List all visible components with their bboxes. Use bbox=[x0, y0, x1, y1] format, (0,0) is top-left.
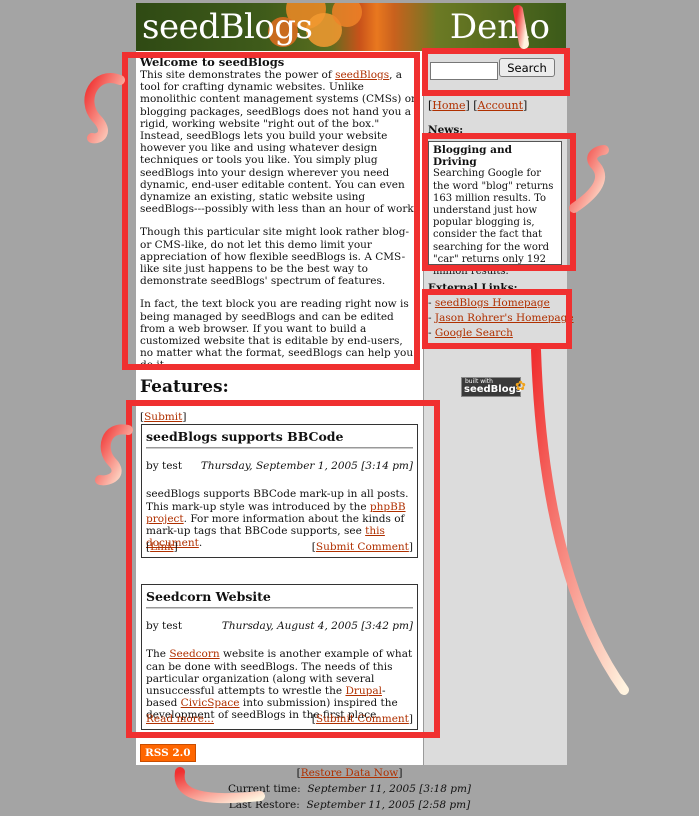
submit-post-link[interactable]: [Submit] bbox=[140, 411, 186, 423]
post-title: seedBlogs supports BBCode bbox=[146, 429, 413, 449]
post-card: Seedcorn Website by test Thursday, Augus… bbox=[141, 584, 418, 730]
post-card: seedBlogs supports BBCode by test Thursd… bbox=[141, 424, 418, 558]
account-link[interactable]: Account bbox=[478, 99, 523, 112]
post-author: by test bbox=[146, 460, 183, 473]
restore-row: [Restore Data Now] bbox=[296, 767, 403, 779]
submit-link[interactable]: Submit bbox=[144, 411, 182, 423]
welcome-title: Welcome to seedBlogs bbox=[140, 55, 285, 69]
current-time-label: Current time: bbox=[227, 783, 301, 795]
news-title: Blogging and Driving bbox=[433, 144, 512, 169]
search-form: Search bbox=[430, 58, 555, 80]
list-item: - seedBlogs Homepage bbox=[428, 297, 550, 309]
welcome-text: , a tool for crafting dynamic websites. … bbox=[140, 69, 418, 216]
drupal-link[interactable]: Drupal bbox=[345, 685, 382, 697]
news-box: Blogging and Driving Searching Google fo… bbox=[428, 141, 562, 277]
last-restore-row: Last Restore: September 11, 2005 [2:58 p… bbox=[0, 799, 699, 811]
site-logo-text: seedBlogs bbox=[142, 7, 313, 47]
news-body: Searching Google for the word "blog" ret… bbox=[433, 168, 554, 278]
list-item: - Jason Rohrer's Homepage bbox=[428, 312, 574, 324]
permalink-link[interactable]: Link bbox=[150, 541, 173, 553]
post-date: Thursday, September 1, 2005 [3:14 pm] bbox=[200, 460, 413, 473]
site-demo-text: Demo bbox=[449, 7, 550, 47]
site-header-banner: seedBlogs Demo bbox=[136, 3, 566, 51]
seedblogs-link[interactable]: seedBlogs bbox=[335, 69, 389, 81]
welcome-paragraph-3: In fact, the text block you are reading … bbox=[140, 298, 414, 372]
google-search-link[interactable]: Google Search bbox=[435, 327, 513, 339]
search-input[interactable] bbox=[430, 61, 498, 80]
welcome-paragraph-2: Though this particular site might look r… bbox=[140, 226, 410, 288]
current-time-row: Current time: September 11, 2005 [3:18 p… bbox=[0, 783, 699, 795]
jason-rohrer-homepage-link[interactable]: Jason Rohrer's Homepage bbox=[435, 312, 574, 324]
badge-text-main: seedBlogs bbox=[464, 384, 522, 395]
submit-comment-link[interactable]: Submit Comment bbox=[316, 541, 409, 553]
built-with-seedblogs-badge[interactable]: built with seedBlogs ✿ bbox=[461, 377, 526, 397]
welcome-paragraph-1: This site demonstrates the power of seed… bbox=[140, 69, 418, 215]
post-meta: by test Thursday, September 1, 2005 [3:1… bbox=[146, 460, 413, 472]
last-restore-value: September 11, 2005 [2:58 pm] bbox=[306, 799, 471, 811]
post-actions: Read more... [Submit Comment] bbox=[146, 712, 413, 725]
seedcorn-link[interactable]: Seedcorn bbox=[169, 648, 219, 660]
welcome-section: Welcome to seedBlogs This site demonstra… bbox=[140, 55, 418, 383]
post-author: by test bbox=[146, 620, 183, 633]
post-body: The Seedcorn website is another example … bbox=[146, 648, 413, 721]
rss-feed-button[interactable]: RSS 2.0 bbox=[140, 744, 196, 762]
post-text: The bbox=[146, 648, 170, 661]
post-title: Seedcorn Website bbox=[146, 589, 413, 609]
restore-data-link[interactable]: Restore Data Now bbox=[301, 767, 399, 779]
last-restore-label: Last Restore: bbox=[228, 799, 300, 811]
post-meta: by test Thursday, August 4, 2005 [3:42 p… bbox=[146, 620, 413, 632]
civicspace-link[interactable]: CivicSpace bbox=[181, 697, 240, 709]
account-nav: [Home] [Account] bbox=[428, 99, 528, 112]
post-actions: [Link] [Submit Comment] bbox=[146, 540, 413, 553]
submit-comment-link[interactable]: Submit Comment bbox=[316, 713, 409, 725]
current-time-value: September 11, 2005 [3:18 pm] bbox=[307, 783, 472, 795]
list-item: - Google Search bbox=[428, 327, 513, 339]
seedblogs-homepage-link[interactable]: seedBlogs Homepage bbox=[435, 297, 550, 309]
welcome-text: This site demonstrates the power of bbox=[140, 69, 336, 81]
features-heading: Features: bbox=[140, 377, 229, 397]
post-date: Thursday, August 4, 2005 [3:42 pm] bbox=[221, 620, 413, 633]
news-heading: News: bbox=[428, 124, 464, 136]
external-links-list: - seedBlogs Homepage - Jason Rohrer's Ho… bbox=[428, 296, 574, 341]
flower-icon: ✿ bbox=[515, 379, 526, 394]
external-links-heading: External Links: bbox=[428, 282, 518, 294]
home-link[interactable]: Home bbox=[432, 99, 465, 112]
read-more-link[interactable]: Read more... bbox=[146, 713, 214, 725]
search-button[interactable]: Search bbox=[499, 58, 555, 77]
